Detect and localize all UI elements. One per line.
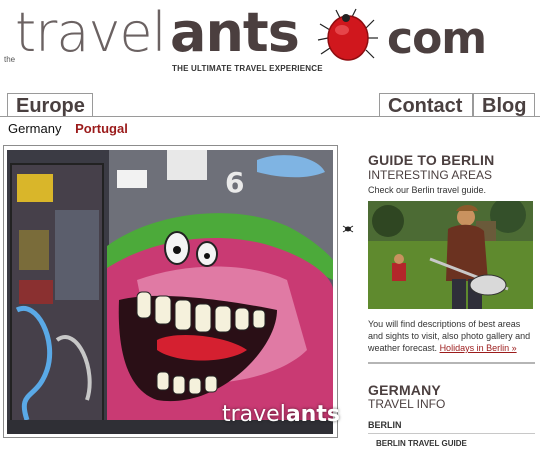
- watermark-travel: travel: [222, 402, 286, 427]
- germany-title[interactable]: GERMANY: [368, 382, 536, 398]
- graffiti-photo[interactable]: 6: [7, 150, 333, 434]
- logo-ants-text: ants: [170, 1, 300, 64]
- subnav-item-germany[interactable]: Germany: [8, 121, 61, 136]
- logo-the-text: the: [4, 55, 16, 64]
- ant-icon: [317, 8, 378, 61]
- watermark-ants: ants: [285, 402, 340, 427]
- tab-blog[interactable]: Blog: [473, 93, 535, 117]
- logo-tagline: THE ULTIMATE TRAVEL EXPERIENCE: [172, 64, 323, 73]
- logo-travel-text: travel: [15, 1, 167, 64]
- tab-europe[interactable]: Europe: [7, 93, 93, 117]
- holidays-in-berlin-link[interactable]: Holidays in Berlin »: [440, 343, 517, 353]
- site-logo[interactable]: the travel ants com THE ULTIMATE TRAVEL …: [0, 0, 540, 80]
- small-ant-icon: [342, 225, 354, 233]
- guide-body: You will find descriptions of best areas…: [368, 318, 534, 354]
- berlin-guitarist-photo[interactable]: [368, 201, 533, 309]
- guide-title[interactable]: GUIDE TO BERLIN: [368, 152, 536, 168]
- guide-subtitle: INTERESTING AREAS: [368, 168, 493, 182]
- svg-text:6: 6: [225, 166, 244, 199]
- subnav-item-portugal[interactable]: Portugal: [75, 121, 128, 136]
- logo-com-text: com: [387, 13, 487, 64]
- germany-subtitle: TRAVEL INFO: [368, 397, 446, 411]
- country-subnav: Germany Portugal: [8, 121, 138, 136]
- main-nav: Europe Contact Blog: [0, 93, 540, 117]
- berlin-link[interactable]: BERLIN: [368, 420, 536, 430]
- guide-description: Check our Berlin travel guide.: [368, 185, 487, 195]
- berlin-divider: [368, 433, 535, 434]
- tab-contact[interactable]: Contact: [379, 93, 473, 117]
- sidebar-divider: [368, 362, 535, 364]
- photo-watermark: travelants: [222, 402, 340, 427]
- berlin-travel-guide-link[interactable]: BERLIN TRAVEL GUIDE: [376, 439, 467, 448]
